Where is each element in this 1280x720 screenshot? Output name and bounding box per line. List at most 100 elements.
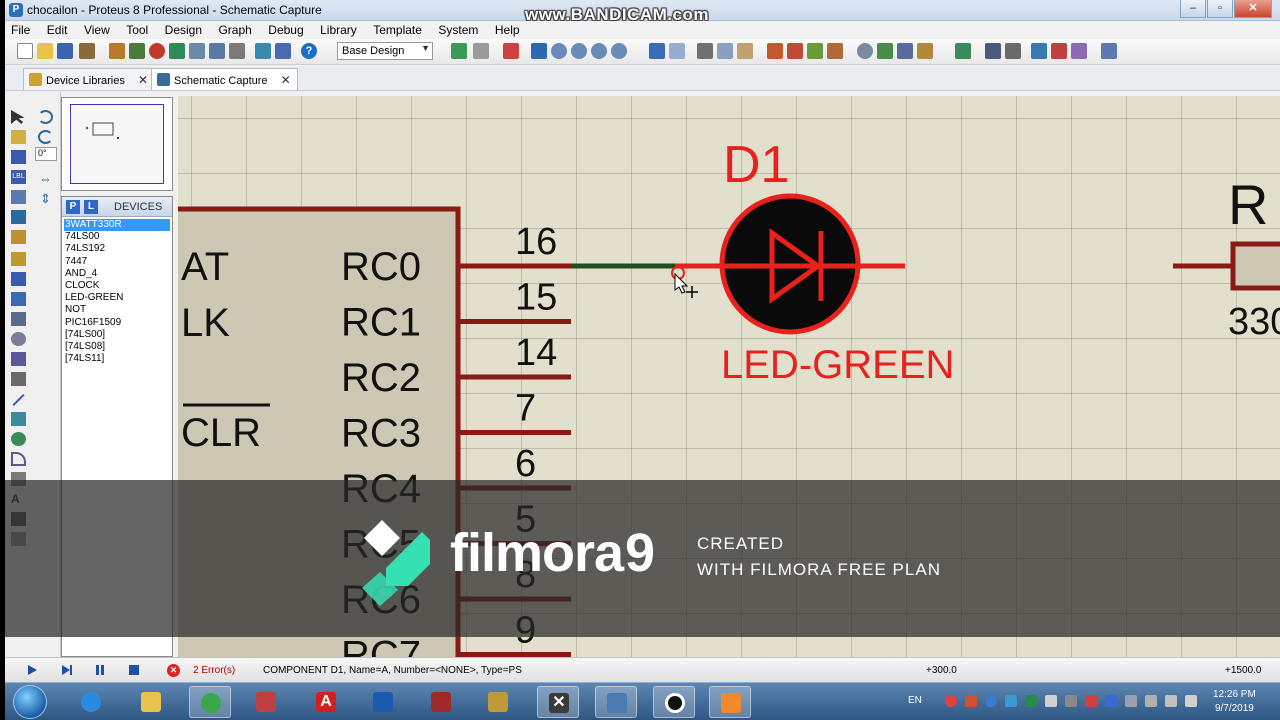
taskbar-filmora[interactable] xyxy=(709,686,751,718)
taskbar-camtasia[interactable] xyxy=(189,686,231,718)
menu-view[interactable]: View xyxy=(78,21,116,37)
home-icon[interactable] xyxy=(109,43,125,59)
copy-icon[interactable] xyxy=(717,43,733,59)
selection-mode-icon[interactable] xyxy=(11,110,25,124)
taskbar-app-tool[interactable] xyxy=(477,686,519,718)
taskbar-file-explorer[interactable] xyxy=(130,686,172,718)
list-item[interactable]: AND_4 xyxy=(64,268,170,280)
security-tray-icon[interactable] xyxy=(1085,695,1097,707)
taskbar-app-pattern[interactable] xyxy=(420,686,462,718)
flag-action-center-icon[interactable] xyxy=(1165,695,1177,707)
error-count[interactable]: 2 Error(s) xyxy=(193,665,235,676)
stop-icon[interactable] xyxy=(127,663,141,677)
step-icon[interactable] xyxy=(60,663,74,677)
play-icon[interactable] xyxy=(25,663,39,677)
library-manager-button[interactable]: L xyxy=(84,200,98,214)
close-tab-icon[interactable]: ✕ xyxy=(281,73,291,87)
start-button[interactable] xyxy=(13,685,47,719)
graph-icon[interactable] xyxy=(11,292,26,306)
design-select[interactable]: Base Design ▼ xyxy=(337,42,433,60)
paste-icon[interactable] xyxy=(737,43,753,59)
network-tray-icon[interactable] xyxy=(1145,695,1157,707)
block-move-icon[interactable] xyxy=(787,43,803,59)
pause-icon[interactable] xyxy=(93,663,107,677)
close-tab-icon[interactable]: ✕ xyxy=(138,73,148,87)
menu-template[interactable]: Template xyxy=(367,21,428,37)
list-item[interactable]: NOT xyxy=(64,304,170,316)
block-copy-icon[interactable] xyxy=(767,43,783,59)
tape-recorder-icon[interactable] xyxy=(11,312,26,326)
flag-tray-icon[interactable] xyxy=(1125,695,1137,707)
text-script-icon[interactable] xyxy=(11,190,26,204)
menu-design[interactable]: Design xyxy=(159,21,208,37)
list-item[interactable]: CLOCK xyxy=(64,280,170,292)
block-delete-icon[interactable] xyxy=(827,43,843,59)
generator-icon[interactable] xyxy=(11,332,26,346)
pcb-layout-icon[interactable] xyxy=(149,43,165,59)
3d-viewer-icon[interactable] xyxy=(209,43,225,59)
taskbar-app-e[interactable] xyxy=(362,686,404,718)
design-explorer-icon[interactable] xyxy=(255,43,271,59)
taskbar-network-app[interactable] xyxy=(245,686,287,718)
error-icon[interactable]: ✕ xyxy=(167,664,180,677)
property-assignment-icon[interactable] xyxy=(1005,43,1021,59)
pan-icon[interactable] xyxy=(531,43,547,59)
menu-tool[interactable]: Tool xyxy=(120,21,154,37)
tab-device-libraries[interactable]: Device Libraries ✕ xyxy=(23,68,155,90)
bluetooth-tray-icon[interactable] xyxy=(1105,695,1117,707)
zoom-area-icon[interactable] xyxy=(611,43,627,59)
search-icon[interactable] xyxy=(985,43,1001,59)
menu-library[interactable]: Library xyxy=(314,21,363,37)
decompose-icon[interactable] xyxy=(917,43,933,59)
grid-icon[interactable] xyxy=(473,43,489,59)
virtual-instrument-icon[interactable] xyxy=(11,372,26,386)
resistor-body[interactable] xyxy=(1230,241,1280,291)
terminal-icon[interactable] xyxy=(11,252,26,266)
refresh-icon[interactable] xyxy=(451,43,467,59)
component-mode-icon[interactable] xyxy=(11,130,26,144)
block-rotate-icon[interactable] xyxy=(807,43,823,59)
battery-tray-icon[interactable] xyxy=(1065,695,1077,707)
sync-tray-icon[interactable] xyxy=(1025,695,1037,707)
list-item[interactable]: 74LS192 xyxy=(64,243,170,255)
menu-debug[interactable]: Debug xyxy=(262,21,309,37)
taskbar-internet-explorer[interactable] xyxy=(70,686,112,718)
minimize-button[interactable]: – xyxy=(1180,0,1206,18)
mail-tray-icon[interactable] xyxy=(1005,695,1017,707)
list-item[interactable]: [74LS00] xyxy=(64,329,170,341)
origin-icon[interactable] xyxy=(503,43,519,59)
overview-window[interactable] xyxy=(61,97,173,191)
box-icon[interactable] xyxy=(11,412,26,426)
zoom-out-icon[interactable] xyxy=(571,43,587,59)
help-icon[interactable]: ? xyxy=(301,43,317,59)
menu-file[interactable]: File xyxy=(5,21,36,37)
remove-sheet-icon[interactable] xyxy=(1051,43,1067,59)
open-folder-icon[interactable] xyxy=(37,43,53,59)
bom-icon[interactable] xyxy=(229,43,245,59)
netlist-icon[interactable] xyxy=(275,43,291,59)
mirror-horizontal-icon[interactable]: ⇔ xyxy=(38,172,53,186)
circle-icon[interactable] xyxy=(11,432,26,446)
gerber-icon[interactable] xyxy=(189,43,205,59)
rotate-anticlockwise-icon[interactable] xyxy=(38,130,53,144)
undo-icon[interactable] xyxy=(649,43,665,59)
wire-autorouter-icon[interactable] xyxy=(955,43,971,59)
arc-icon[interactable] xyxy=(11,452,26,466)
signal-tray-icon[interactable] xyxy=(1045,695,1057,707)
taskbar-bandicam[interactable] xyxy=(653,686,695,718)
wire-label-icon[interactable]: LBL xyxy=(11,170,26,184)
line-icon[interactable] xyxy=(12,393,25,407)
overview-viewport[interactable] xyxy=(70,104,164,184)
pick-devices-button[interactable]: P xyxy=(66,200,80,214)
taskbar-proteus-isis[interactable]: ✕ xyxy=(537,686,579,718)
new-file-icon[interactable] xyxy=(17,43,33,59)
taskbar-acrobat[interactable]: A xyxy=(305,686,347,718)
volume-tray-icon[interactable] xyxy=(1185,695,1197,707)
redo-icon[interactable] xyxy=(669,43,685,59)
chat-tray-icon[interactable] xyxy=(985,695,997,707)
junction-dot-icon[interactable] xyxy=(11,150,26,164)
packaging-tool-icon[interactable] xyxy=(897,43,913,59)
list-item[interactable]: [74LS11] xyxy=(64,353,170,365)
tab-schematic-capture[interactable]: Schematic Capture ✕ xyxy=(151,68,298,90)
rotate-clockwise-icon[interactable] xyxy=(38,110,53,124)
